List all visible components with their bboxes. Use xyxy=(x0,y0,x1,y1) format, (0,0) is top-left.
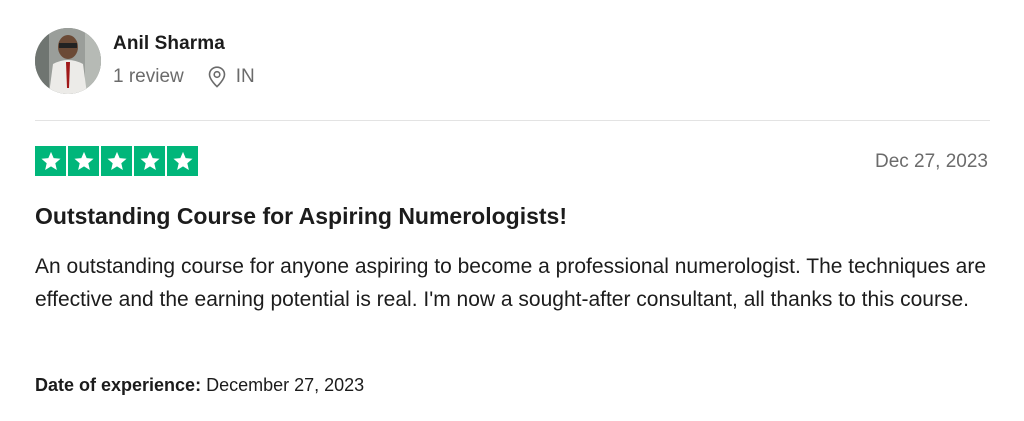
date-of-experience: Date of experience: December 27, 2023 xyxy=(35,375,364,396)
review-count: 1 review xyxy=(113,66,184,87)
star-icon xyxy=(68,146,99,176)
consumer-meta: 1 review IN xyxy=(113,66,255,88)
star-icon xyxy=(101,146,132,176)
star-icon xyxy=(35,146,66,176)
star-icon xyxy=(167,146,198,176)
consumer-name[interactable]: Anil Sharma xyxy=(113,33,225,55)
divider xyxy=(35,120,990,121)
review-card: Anil Sharma 1 review IN Dec 27, 2023 Out… xyxy=(0,0,1024,421)
experience-label: Date of experience: xyxy=(35,375,202,395)
avatar[interactable] xyxy=(35,28,101,94)
review-body: An outstanding course for anyone aspirin… xyxy=(35,255,987,311)
review-title[interactable]: Outstanding Course for Aspiring Numerolo… xyxy=(35,203,567,230)
star-icon xyxy=(134,146,165,176)
star-rating xyxy=(35,146,198,176)
experience-date: December 27, 2023 xyxy=(206,375,365,395)
review-date: Dec 27, 2023 xyxy=(874,151,988,172)
location-pin-icon xyxy=(208,66,226,88)
consumer-country: IN xyxy=(235,66,255,87)
